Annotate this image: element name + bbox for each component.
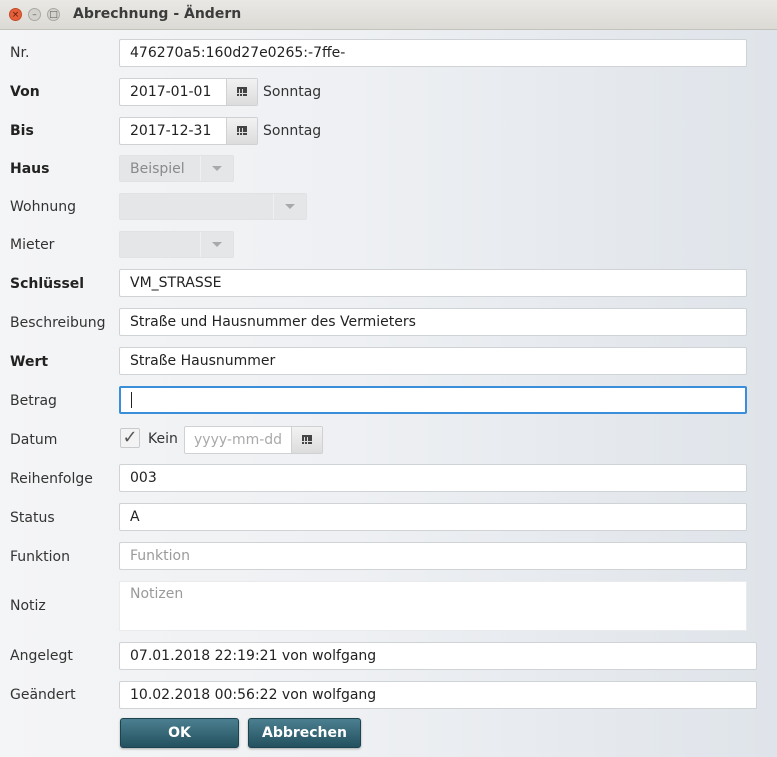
von-date-value[interactable]: 2017-01-01: [130, 79, 211, 105]
datum-date-picker[interactable]: yyyy-mm-dd: [184, 426, 323, 454]
kein-datum-label[interactable]: Kein: [148, 431, 178, 447]
betrag-label: Betrag: [10, 393, 57, 409]
nr-field[interactable]: 476270a5:160d27e0265:-7ffe-: [119, 39, 747, 67]
bis-date-picker[interactable]: 2017-12-31: [119, 117, 258, 145]
mieter-combo[interactable]: [119, 231, 234, 258]
kein-datum-checkbox[interactable]: ✓: [120, 428, 140, 448]
datum-label: Datum: [10, 432, 58, 448]
cancel-button[interactable]: Abbrechen: [248, 718, 361, 748]
close-window-button[interactable]: ×: [9, 8, 22, 21]
angelegt-label: Angelegt: [10, 648, 73, 664]
bis-date-value[interactable]: 2017-12-31: [130, 118, 211, 144]
text-caret: [131, 392, 132, 408]
calendar-icon: [237, 126, 247, 135]
wohnung-combo[interactable]: [119, 193, 307, 220]
status-label: Status: [10, 510, 55, 526]
status-field[interactable]: A: [119, 503, 747, 531]
calendar-icon: [237, 87, 247, 96]
datum-calendar-button[interactable]: [291, 427, 322, 453]
von-calendar-button[interactable]: [226, 79, 257, 105]
wert-label: Wert: [10, 354, 49, 370]
chevron-down-icon[interactable]: [273, 194, 306, 219]
title-bar: × – □ Abrechnung - Ändern: [0, 0, 777, 30]
mieter-label: Mieter: [10, 237, 55, 253]
funktion-label: Funktion: [10, 549, 70, 565]
bis-label: Bis: [10, 123, 34, 139]
bis-calendar-button[interactable]: [226, 118, 257, 144]
betrag-field[interactable]: [119, 386, 747, 414]
wohnung-label: Wohnung: [10, 199, 76, 215]
funktion-field[interactable]: Funktion: [119, 542, 747, 570]
reihenfolge-label: Reihenfolge: [10, 471, 93, 487]
haus-combo[interactable]: Beispiel: [119, 155, 234, 182]
angelegt-field[interactable]: 07.01.2018 22:19:21 von wolfgang: [119, 642, 757, 670]
von-label: Von: [10, 84, 40, 100]
schluessel-label: Schlüssel: [10, 276, 85, 292]
ok-button[interactable]: OK: [120, 718, 239, 748]
nr-label: Nr.: [10, 45, 30, 61]
geaendert-label: Geändert: [10, 687, 76, 703]
beschreibung-label: Beschreibung: [10, 315, 106, 331]
beschreibung-field[interactable]: Straße und Hausnummer des Vermieters: [119, 308, 747, 336]
haus-label: Haus: [10, 161, 50, 177]
reihenfolge-field[interactable]: 003: [119, 464, 747, 492]
geaendert-field[interactable]: 10.02.2018 00:56:22 von wolfgang: [119, 681, 757, 709]
datum-date-placeholder[interactable]: yyyy-mm-dd: [194, 427, 286, 453]
maximize-window-button[interactable]: □: [47, 8, 60, 21]
chevron-down-icon[interactable]: [200, 156, 233, 181]
schluessel-field[interactable]: VM_STRASSE: [119, 269, 747, 297]
von-date-picker[interactable]: 2017-01-01: [119, 78, 258, 106]
calendar-icon: [302, 435, 312, 444]
window-title: Abrechnung - Ändern: [73, 6, 242, 22]
notiz-label: Notiz: [10, 598, 46, 614]
wert-field[interactable]: Straße Hausnummer: [119, 347, 747, 375]
notiz-textarea[interactable]: Notizen: [119, 581, 747, 631]
haus-combo-value: Beispiel: [130, 161, 185, 177]
von-weekday: Sonntag: [263, 84, 322, 100]
minimize-window-button[interactable]: –: [28, 8, 41, 21]
bis-weekday: Sonntag: [263, 123, 322, 139]
chevron-down-icon[interactable]: [200, 232, 233, 257]
